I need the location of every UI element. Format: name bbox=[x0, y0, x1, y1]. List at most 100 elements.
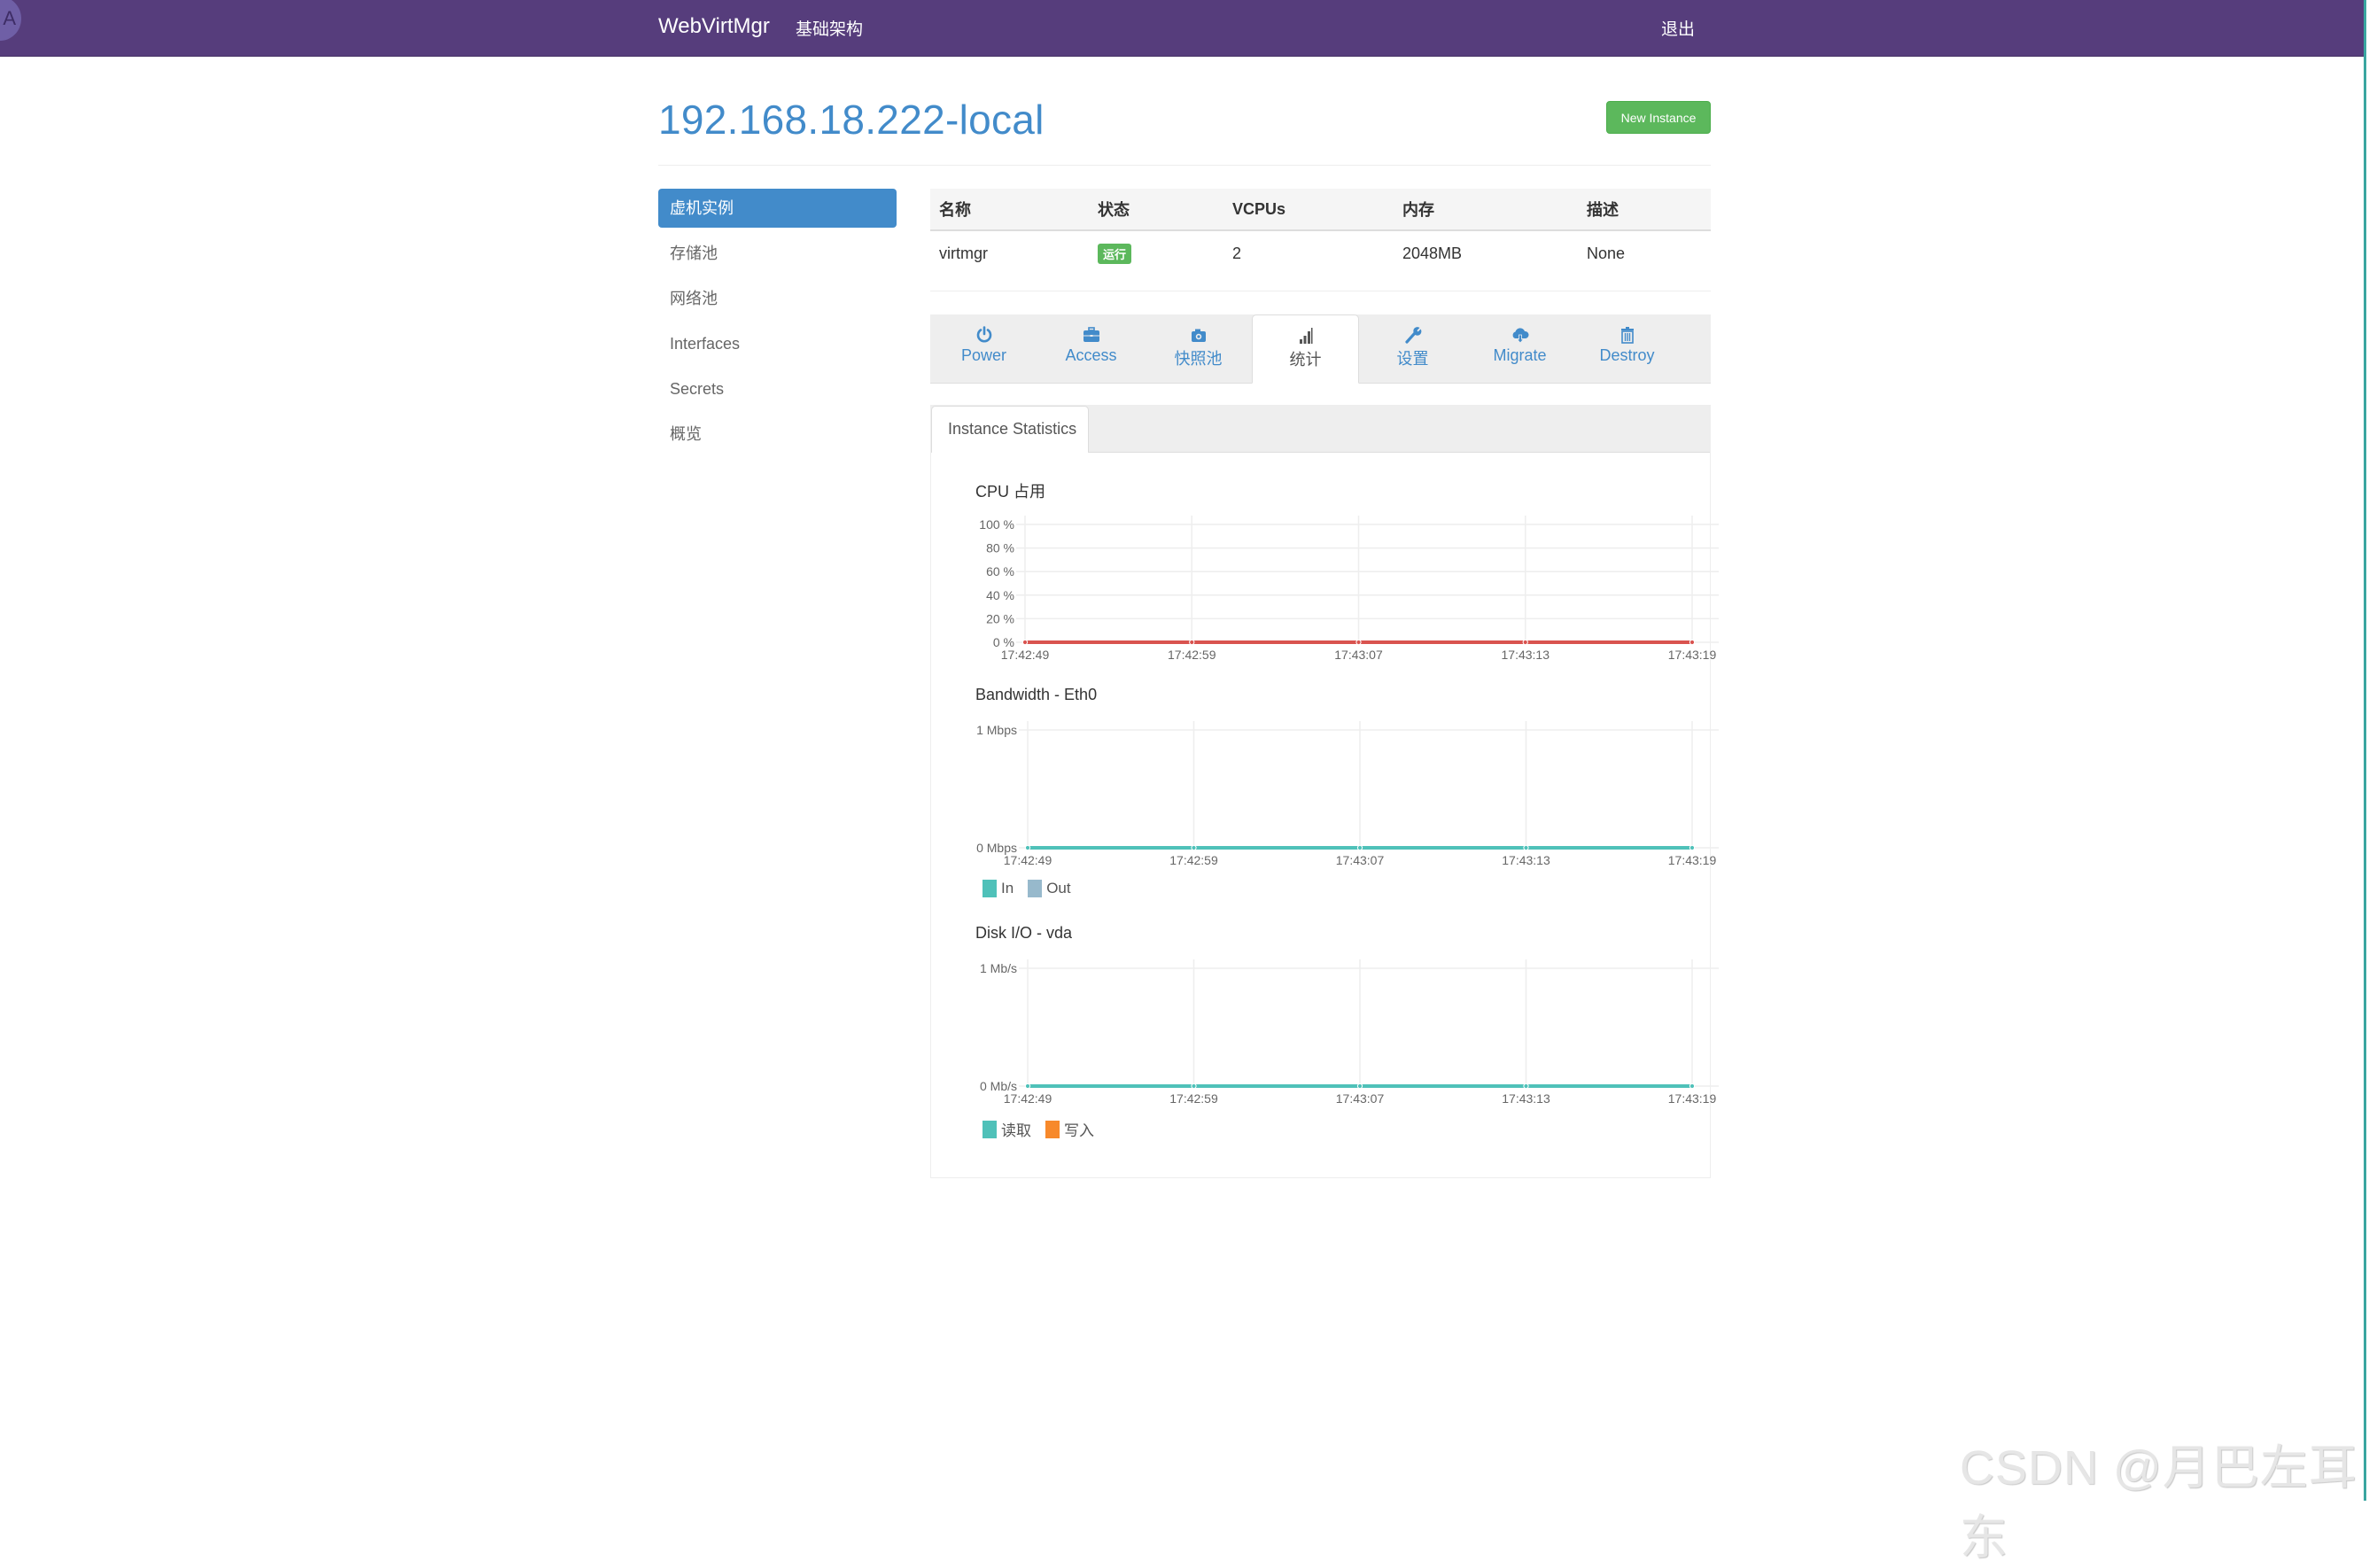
y-tick-label: 40 % bbox=[986, 588, 1014, 602]
camera-icon bbox=[1191, 329, 1206, 342]
x-tick-label: 17:43:19 bbox=[1668, 853, 1717, 867]
window-edge bbox=[2364, 0, 2369, 1501]
tab-access[interactable]: Access bbox=[1037, 314, 1145, 383]
tab-destroy[interactable]: Destroy bbox=[1573, 314, 1681, 383]
data-point bbox=[1523, 844, 1529, 851]
tab-migrate[interactable]: Migrate bbox=[1466, 314, 1573, 383]
sidebar-item-overview[interactable]: 概览 bbox=[658, 415, 897, 454]
page-title: 192.168.18.222-local bbox=[658, 97, 1045, 143]
bandwidth-chart: 0 Mbps1 Mbps17:42:49 17:42:59 17:43:07 17:4… bbox=[976, 721, 1719, 867]
cpu-usage-chart: 0 %20 %40 %60 %80 %100 %17:42:49 17:42:59… bbox=[979, 516, 1719, 662]
cell-name: virtmgr bbox=[939, 244, 988, 262]
legend-swatch-read bbox=[983, 1120, 997, 1138]
y-tick-label: 1 Mbps bbox=[976, 723, 1017, 737]
instance-action-tabs: Power Access 快照池 统计 设置 Migrate Destroy bbox=[930, 314, 1711, 384]
divider bbox=[658, 165, 1711, 166]
chart-title-bandwidth: Bandwidth - Eth0 bbox=[975, 686, 1098, 703]
y-tick-label: 20 % bbox=[986, 611, 1014, 625]
tab-label: 设置 bbox=[1396, 350, 1429, 368]
cell-status: 运行 bbox=[1089, 230, 1223, 276]
wrench-icon bbox=[1404, 327, 1421, 344]
x-tick-label: 17:43:07 bbox=[1336, 853, 1385, 867]
legend-swatch-out bbox=[1028, 880, 1043, 897]
tab-label: 快照池 bbox=[1174, 350, 1223, 368]
legend-label-write: 写入 bbox=[1064, 1122, 1094, 1139]
avatar[interactable]: A bbox=[0, 0, 21, 41]
x-tick-label: 17:42:49 bbox=[1001, 648, 1050, 662]
chart-title-disk: Disk I/O - vda bbox=[975, 924, 1073, 942]
data-point bbox=[1191, 844, 1197, 851]
tab-label: Access bbox=[1065, 346, 1117, 364]
column-header-vcpus: VCPUs bbox=[1223, 189, 1394, 231]
data-point bbox=[1523, 1083, 1529, 1090]
disk-io-legend: 读取 写入 bbox=[983, 1118, 1108, 1140]
legend-item-write[interactable]: 写入 bbox=[1045, 1118, 1094, 1140]
sidebar: 虚机实例 存储池 网络池 Interfaces Secrets 概览 bbox=[658, 189, 897, 460]
tab-label: Migrate bbox=[1493, 346, 1547, 364]
tab-label: 统计 bbox=[1289, 351, 1322, 369]
data-point bbox=[1356, 1083, 1363, 1090]
tab-settings[interactable]: 设置 bbox=[1359, 314, 1466, 383]
sidebar-item-networks[interactable]: 网络池 bbox=[658, 279, 897, 318]
table-row: virtmgr 运行 2 2048MB None bbox=[930, 230, 1711, 276]
y-tick-label: 100 % bbox=[979, 517, 1014, 532]
cell-memory: 2048MB bbox=[1402, 244, 1463, 262]
instance-table: 名称 状态 VCPUs 内存 描述 virtmgr 运行 2 2048MB No… bbox=[930, 189, 1711, 276]
tab-snapshots[interactable]: 快照池 bbox=[1145, 314, 1252, 383]
status-badge: 运行 bbox=[1098, 243, 1132, 264]
x-tick-label: 17:43:19 bbox=[1668, 1091, 1717, 1106]
disk-io-chart: 0 Mb/s1 Mb/s17:42:49 17:42:59 17:43:07 17:4… bbox=[980, 959, 1719, 1106]
cell-vcpus: 2 bbox=[1232, 244, 1242, 262]
logout-link[interactable]: 退出 bbox=[1661, 16, 1695, 40]
legend-swatch-write bbox=[1045, 1120, 1060, 1138]
chart-title-cpu: CPU 占用 bbox=[975, 483, 1046, 501]
cloud-download-icon bbox=[1512, 328, 1529, 344]
column-header-name: 名称 bbox=[930, 189, 1089, 231]
legend-item-in[interactable]: In bbox=[983, 880, 1014, 897]
data-point bbox=[1356, 844, 1363, 851]
nav-link-infrastructure[interactable]: 基础架构 bbox=[796, 16, 863, 40]
signal-bars-icon bbox=[1299, 328, 1312, 344]
x-tick-label: 17:43:07 bbox=[1334, 648, 1383, 662]
x-tick-label: 17:43:07 bbox=[1336, 1091, 1385, 1106]
tab-label: Power bbox=[960, 346, 1007, 364]
power-icon bbox=[976, 326, 991, 343]
legend-swatch-in bbox=[983, 880, 997, 897]
legend-label-out: Out bbox=[1046, 880, 1071, 897]
legend-item-read[interactable]: 读取 bbox=[983, 1118, 1031, 1140]
legend-label-in: In bbox=[1001, 880, 1014, 897]
trash-icon bbox=[1620, 327, 1634, 344]
x-tick-label: 17:43:13 bbox=[1502, 648, 1550, 662]
sidebar-item-interfaces[interactable]: Interfaces bbox=[658, 324, 897, 363]
brand-link[interactable]: WebVirtMgr bbox=[658, 14, 770, 39]
x-tick-label: 17:42:49 bbox=[1004, 853, 1052, 867]
briefcase-icon bbox=[1083, 327, 1099, 342]
column-header-description: 描述 bbox=[1578, 189, 1711, 231]
y-tick-label: 60 % bbox=[986, 564, 1014, 578]
sidebar-item-secrets[interactable]: Secrets bbox=[658, 369, 897, 408]
column-header-memory: 内存 bbox=[1394, 189, 1578, 231]
x-tick-label: 17:43:19 bbox=[1668, 648, 1717, 662]
tab-statistics[interactable]: 统计 bbox=[1252, 314, 1359, 384]
bandwidth-legend: In Out bbox=[983, 880, 1085, 897]
data-point bbox=[1189, 639, 1195, 646]
sidebar-item-instances[interactable]: 虚机实例 bbox=[658, 189, 897, 228]
legend-label-read: 读取 bbox=[1001, 1122, 1031, 1139]
tab-power[interactable]: Power bbox=[930, 314, 1037, 383]
x-tick-label: 17:42:59 bbox=[1169, 1091, 1218, 1106]
data-point bbox=[1024, 1083, 1031, 1090]
column-header-status: 状态 bbox=[1089, 189, 1223, 231]
new-instance-button[interactable]: New Instance bbox=[1606, 101, 1711, 134]
tab-instance-statistics[interactable]: Instance Statistics bbox=[931, 406, 1089, 453]
table-header-row: 名称 状态 VCPUs 内存 描述 bbox=[930, 189, 1711, 231]
x-tick-label: 17:42:59 bbox=[1168, 648, 1216, 662]
x-tick-label: 17:42:49 bbox=[1004, 1091, 1052, 1106]
sidebar-item-storage[interactable]: 存储池 bbox=[658, 234, 897, 273]
watermark: CSDN @月巴左耳东 bbox=[1960, 1441, 2357, 1564]
legend-item-out[interactable]: Out bbox=[1028, 880, 1071, 897]
x-tick-label: 17:43:13 bbox=[1502, 1091, 1550, 1106]
data-point bbox=[1689, 844, 1696, 851]
data-point bbox=[1021, 639, 1029, 646]
y-tick-label: 80 % bbox=[986, 541, 1014, 555]
x-tick-label: 17:43:13 bbox=[1502, 853, 1550, 867]
